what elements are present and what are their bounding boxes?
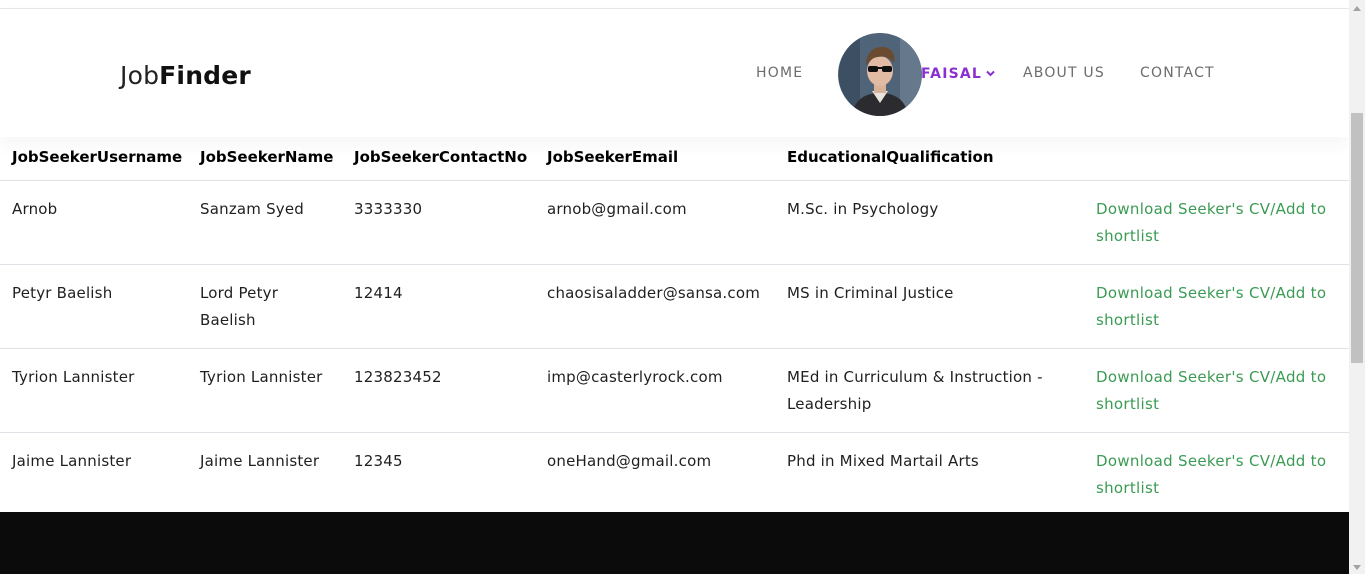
table-header-row: JobSeekerUsername JobSeekerName JobSeeke… [0, 137, 1349, 181]
header-username: JobSeekerUsername [0, 137, 188, 181]
cell-username: Tyrion Lannister [0, 348, 188, 433]
nav-home[interactable]: HOME [756, 65, 803, 81]
download-cv-link[interactable]: Download Seeker's CV/Add to shortlist [1096, 368, 1326, 413]
download-cv-link[interactable]: Download Seeker's CV/Add to shortlist [1096, 200, 1326, 245]
avatar-image [838, 33, 922, 116]
table-row: Jaime Lannister Jaime Lannister 12345 on… [0, 432, 1349, 517]
nav-about-us[interactable]: ABOUT US [1023, 65, 1105, 81]
table-row: Arnob Sanzam Syed 3333330 arnob@gmail.co… [0, 180, 1349, 265]
cell-username: Petyr Baelish [0, 264, 188, 349]
nav-user-label: FAISAL [921, 66, 983, 82]
site-header: JobFinder HOME FAISAL ABOUT US CONTACT [0, 8, 1349, 137]
cell-qualification: Phd in Mixed Martail Arts [775, 432, 1084, 517]
cell-qualification: MS in Criminal Justice [775, 264, 1084, 349]
scroll-up-arrow-icon[interactable] [1353, 6, 1361, 11]
logo-text-light: Job [120, 61, 160, 90]
cell-contact: 12414 [342, 264, 535, 349]
chevron-down-icon [986, 65, 995, 81]
cell-username: Jaime Lannister [0, 432, 188, 517]
site-logo[interactable]: JobFinder [120, 61, 251, 90]
nav-contact[interactable]: CONTACT [1140, 65, 1215, 81]
cell-name: Tyrion Lannister [188, 348, 342, 433]
vertical-scrollbar[interactable] [1349, 0, 1365, 574]
download-cv-link[interactable]: Download Seeker's CV/Add to shortlist [1096, 452, 1326, 497]
cell-contact: 12345 [342, 432, 535, 517]
cell-name: Jaime Lannister [188, 432, 342, 517]
cell-email: arnob@gmail.com [535, 180, 775, 265]
table-row: Petyr Baelish Lord Petyr Baelish 12414 c… [0, 264, 1349, 349]
cell-username: Arnob [0, 180, 188, 265]
cell-action: Download Seeker's CV/Add to shortlist [1084, 432, 1349, 517]
cell-email: imp@casterlyrock.com [535, 348, 775, 433]
logo-text-bold: Finder [159, 61, 251, 90]
scroll-down-arrow-icon[interactable] [1353, 565, 1361, 570]
nav-user-menu[interactable]: FAISAL [921, 65, 995, 82]
cell-action: Download Seeker's CV/Add to shortlist [1084, 180, 1349, 265]
cell-name: Sanzam Syed [188, 180, 342, 265]
header-action [1084, 137, 1349, 181]
header-contact: JobSeekerContactNo [342, 137, 535, 181]
cell-action: Download Seeker's CV/Add to shortlist [1084, 348, 1349, 433]
cell-qualification: M.Sc. in Psychology [775, 180, 1084, 265]
avatar[interactable] [838, 33, 922, 116]
cell-email: oneHand@gmail.com [535, 432, 775, 517]
page-viewport: JobSeekerUsername JobSeekerName JobSeeke… [0, 0, 1349, 574]
cell-contact: 3333330 [342, 180, 535, 265]
job-seekers-table: JobSeekerUsername JobSeekerName JobSeeke… [0, 137, 1349, 517]
job-seekers-table-container: JobSeekerUsername JobSeekerName JobSeeke… [0, 137, 1349, 517]
cell-action: Download Seeker's CV/Add to shortlist [1084, 264, 1349, 349]
scrollbar-thumb[interactable] [1351, 113, 1363, 363]
header-name: JobSeekerName [188, 137, 342, 181]
cell-qualification: MEd in Curriculum & Instruction - Leader… [775, 348, 1084, 433]
download-cv-link[interactable]: Download Seeker's CV/Add to shortlist [1096, 284, 1326, 329]
header-email: JobSeekerEmail [535, 137, 775, 181]
table-row: Tyrion Lannister Tyrion Lannister 123823… [0, 348, 1349, 433]
cell-name: Lord Petyr Baelish [188, 264, 342, 349]
site-footer [0, 512, 1349, 574]
cell-email: chaosisaladder@sansa.com [535, 264, 775, 349]
cell-contact: 123823452 [342, 348, 535, 433]
header-qualification: EducationalQualification [775, 137, 1084, 181]
